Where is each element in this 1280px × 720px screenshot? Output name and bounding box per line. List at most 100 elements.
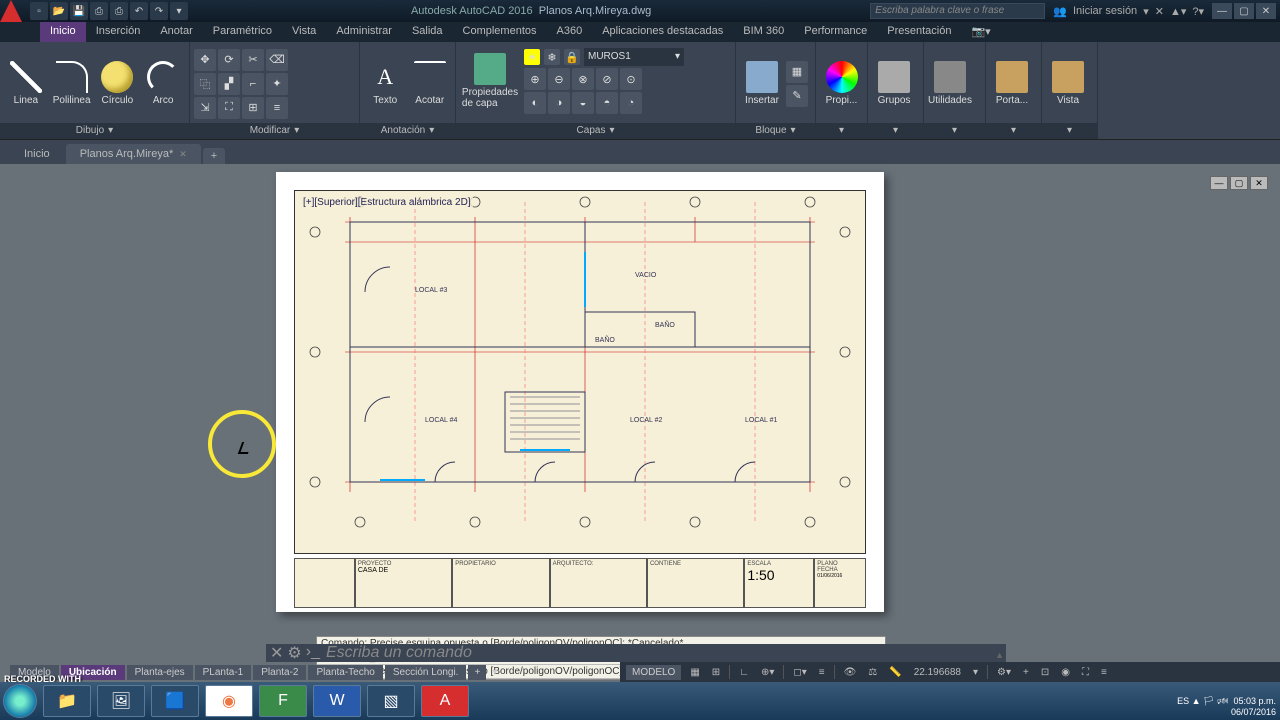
circle-button[interactable]: Círculo bbox=[96, 59, 140, 108]
arc-button[interactable]: Arco bbox=[141, 59, 185, 108]
copy-icon[interactable]: ⿻ bbox=[194, 73, 216, 95]
layer-tool-icon[interactable]: ◒ bbox=[572, 92, 594, 114]
layer-tool-icon[interactable]: ◐ bbox=[524, 92, 546, 114]
erase-icon[interactable]: ⌫ bbox=[266, 49, 288, 71]
snap-icon[interactable]: ⊞ bbox=[709, 667, 723, 678]
exchange-icon[interactable]: ✕ bbox=[1155, 5, 1164, 18]
layout-tab[interactable]: PLanta-1 bbox=[195, 665, 252, 680]
cmd-close-icon[interactable]: ✕ bbox=[270, 643, 283, 663]
doc-tab-file[interactable]: Planos Arq.Mireya*✕ bbox=[66, 144, 201, 164]
doc-tab-start[interactable]: Inicio bbox=[10, 144, 64, 164]
layout-dropdown-icon[interactable]: ▾ bbox=[488, 667, 501, 678]
chevron-down-icon[interactable]: ▾ bbox=[429, 123, 434, 139]
dimension-button[interactable]: Acotar bbox=[409, 59, 452, 108]
tab-insercion[interactable]: Inserción bbox=[86, 22, 151, 42]
chevron-down-icon[interactable]: ▾ bbox=[893, 123, 898, 139]
fillet-icon[interactable]: ⌐ bbox=[242, 73, 264, 95]
start-button[interactable] bbox=[3, 684, 37, 718]
layout-tab[interactable]: Planta-2 bbox=[253, 665, 306, 680]
add-layout-button[interactable]: + bbox=[468, 665, 486, 680]
keyword-search-input[interactable]: Escriba palabra clave o frase bbox=[870, 3, 1045, 19]
chevron-down-icon[interactable]: ▾ bbox=[609, 123, 614, 139]
qat-new-icon[interactable]: ▫ bbox=[30, 2, 48, 20]
annotation-scale-icon[interactable]: 👁 bbox=[841, 667, 860, 678]
chevron-down-icon[interactable]: ▾ bbox=[791, 123, 796, 139]
app-logo-icon[interactable] bbox=[0, 0, 22, 22]
clean-screen-icon[interactable]: ⛶ bbox=[1079, 667, 1092, 678]
drawing-viewport[interactable]: — ▢ ✕ [+][Superior][Estructura alámbrica… bbox=[0, 164, 1280, 660]
cmd-expand-icon[interactable]: ▲ bbox=[995, 650, 1004, 660]
tab-presentacion[interactable]: Presentación bbox=[877, 22, 961, 42]
layer-tool-icon[interactable]: ⊗ bbox=[572, 68, 594, 90]
layer-tool-icon[interactable]: ◑ bbox=[548, 92, 570, 114]
autodesk-icon[interactable]: ▲▾ bbox=[1170, 5, 1186, 18]
new-doc-tab-button[interactable]: + bbox=[203, 148, 225, 164]
tab-aplicaciones[interactable]: Aplicaciones destacadas bbox=[592, 22, 733, 42]
tab-anotar[interactable]: Anotar bbox=[150, 22, 202, 42]
layer-lock-icon[interactable]: 🔒 bbox=[564, 49, 580, 65]
taskbar-app-icon[interactable]: ▧ bbox=[367, 685, 415, 717]
insert-button[interactable]: Insertar bbox=[740, 59, 784, 108]
floor-plan-drawing[interactable]: [+][Superior][Estructura alámbrica 2D] bbox=[294, 190, 866, 554]
qat-print-icon[interactable]: ⎙ bbox=[110, 2, 128, 20]
line-button[interactable]: Linea bbox=[4, 59, 48, 108]
array-icon[interactable]: ⊞ bbox=[242, 97, 264, 119]
layout-tab[interactable]: Sección Longi. bbox=[385, 665, 467, 680]
explode-icon[interactable]: ✦ bbox=[266, 73, 288, 95]
tab-inicio[interactable]: Inicio bbox=[40, 22, 86, 42]
close-button[interactable]: ✕ bbox=[1256, 3, 1276, 19]
chevron-down-icon[interactable]: ▾ bbox=[952, 123, 957, 139]
viewport-label[interactable]: [+][Superior][Estructura alámbrica 2D] bbox=[301, 197, 473, 208]
grid-icon[interactable]: ▦ bbox=[687, 667, 702, 678]
layer-tool-icon[interactable]: ⊙ bbox=[620, 68, 642, 90]
block-create-icon[interactable]: ▦ bbox=[786, 61, 808, 83]
groups-button[interactable]: Grupos bbox=[872, 59, 916, 108]
clipboard-button[interactable]: Porta... bbox=[990, 59, 1034, 108]
properties-button[interactable]: Propi... bbox=[820, 59, 863, 108]
chevron-down-icon[interactable]: ▾ bbox=[294, 123, 299, 139]
signin-button[interactable]: Iniciar sesión bbox=[1073, 5, 1137, 17]
taskbar-app-icon[interactable]: F bbox=[259, 685, 307, 717]
lineweight-icon[interactable]: ≡ bbox=[816, 667, 828, 678]
tab-salida[interactable]: Salida bbox=[402, 22, 453, 42]
offset-icon[interactable]: ≡ bbox=[266, 97, 288, 119]
tab-parametrico[interactable]: Paramétrico bbox=[203, 22, 282, 42]
taskbar-chrome-icon[interactable]: ◉ bbox=[205, 685, 253, 717]
layer-tool-icon[interactable]: ◔ bbox=[620, 92, 642, 114]
tab-a360[interactable]: A360 bbox=[547, 22, 593, 42]
chevron-down-icon[interactable]: ▾ bbox=[108, 123, 113, 139]
chevron-down-icon[interactable]: ▾ bbox=[1067, 123, 1072, 139]
utilities-button[interactable]: Utilidades bbox=[928, 59, 972, 108]
chevron-down-icon[interactable]: ▾ bbox=[839, 123, 844, 139]
close-tab-icon[interactable]: ✕ bbox=[179, 149, 187, 160]
vp-minimize-icon[interactable]: — bbox=[1210, 176, 1228, 190]
hardware-accel-icon[interactable]: ◉ bbox=[1058, 667, 1073, 678]
taskbar-autocad-icon[interactable]: A bbox=[421, 685, 469, 717]
minimize-button[interactable]: — bbox=[1212, 3, 1232, 19]
layout-tab[interactable]: Planta-Techo bbox=[308, 665, 382, 680]
qat-open-icon[interactable]: 📂 bbox=[50, 2, 68, 20]
help-icon[interactable]: ?▾ bbox=[1192, 5, 1204, 18]
layer-tool-icon[interactable]: ⊖ bbox=[548, 68, 570, 90]
taskbar-word-icon[interactable]: W bbox=[313, 685, 361, 717]
taskbar-explorer-icon[interactable]: 📁 bbox=[43, 685, 91, 717]
maximize-button[interactable]: ▢ bbox=[1234, 3, 1254, 19]
layer-tool-icon[interactable]: ⊘ bbox=[596, 68, 618, 90]
tab-complementos[interactable]: Complementos bbox=[453, 22, 547, 42]
tab-administrar[interactable]: Administrar bbox=[326, 22, 402, 42]
layer-on-icon[interactable]: ☀ bbox=[524, 49, 540, 65]
isolate-icon[interactable]: ⊡ bbox=[1038, 667, 1052, 678]
tab-vista[interactable]: Vista bbox=[282, 22, 326, 42]
qat-saveas-icon[interactable]: ⎙ bbox=[90, 2, 108, 20]
polyline-button[interactable]: Polilinea bbox=[50, 59, 94, 108]
workspace-icon[interactable]: ⚙▾ bbox=[994, 667, 1014, 678]
qat-save-icon[interactable]: 💾 bbox=[70, 2, 88, 20]
tab-performance[interactable]: Performance bbox=[794, 22, 877, 42]
taskbar-app-icon[interactable]: 🖼 bbox=[97, 685, 145, 717]
layer-tool-icon[interactable]: ⊕ bbox=[524, 68, 546, 90]
mirror-icon[interactable]: ▞ bbox=[218, 73, 240, 95]
signin-dropdown-icon[interactable]: ▾ bbox=[1143, 5, 1149, 18]
layer-freeze-icon[interactable]: ❄ bbox=[544, 49, 560, 65]
view-button[interactable]: Vista bbox=[1046, 59, 1090, 108]
customize-icon[interactable]: ≡ bbox=[1098, 667, 1110, 678]
